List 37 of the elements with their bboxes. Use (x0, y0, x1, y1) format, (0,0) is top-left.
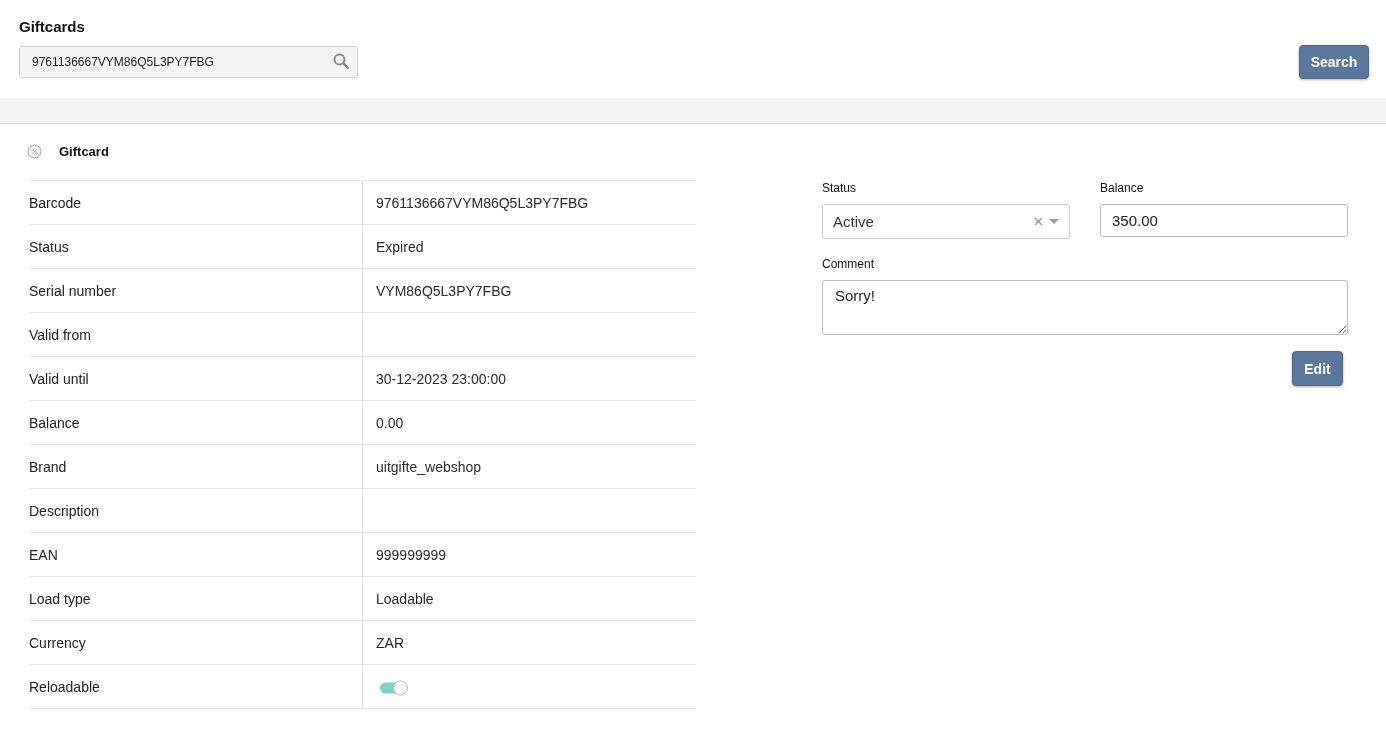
balance-field[interactable]: 350.00 (1100, 204, 1348, 237)
page-title: Giftcards (19, 18, 85, 36)
field-value: ZAR (375, 633, 405, 653)
field-label: Description (29, 489, 363, 532)
field-label: Balance (1100, 181, 1144, 196)
field-label: Barcode (29, 181, 363, 224)
field-value: Expired (375, 237, 425, 257)
field-label: Valid from (29, 313, 363, 356)
field-value: 9761136667VYM86Q5L3PY7FBG (375, 193, 590, 213)
field-value: VYM86Q5L3PY7FBG (375, 281, 513, 301)
field-label: Reloadable (29, 665, 363, 708)
field-label: Serial number (29, 269, 363, 312)
field-value: 30-12-2023 23:00:00 (375, 369, 507, 389)
caret-icon[interactable] (1049, 219, 1059, 224)
field-label: Brand (29, 445, 363, 488)
field-label: Valid until (29, 357, 363, 400)
field-label: Load type (29, 577, 363, 620)
toggle-switch[interactable] (379, 679, 409, 696)
field-label: Balance (29, 401, 363, 444)
search-icon (333, 53, 349, 69)
field-label: EAN (29, 533, 363, 576)
percent-badge-icon (27, 143, 42, 159)
edit-button[interactable]: Edit (1292, 351, 1343, 386)
field-label: Status (29, 225, 363, 268)
comment-field[interactable]: Sorry! (822, 280, 1348, 335)
clear-icon[interactable] (1034, 217, 1043, 226)
status-select[interactable]: Active (822, 204, 1070, 239)
field-value: uitgifte_webshop (375, 457, 483, 477)
section-title: Giftcard (59, 143, 109, 159)
field-label: Comment (822, 257, 874, 272)
field-value: 999999999 (375, 545, 448, 565)
field-label: Status (822, 181, 857, 196)
field-label: Currency (29, 621, 363, 664)
field-value: 0.00 (375, 413, 405, 433)
field-value: Loadable (375, 589, 435, 609)
search-button[interactable]: Search (1299, 45, 1369, 79)
search-field[interactable]: 9761136667VYM86Q5L3PY7FBG (19, 46, 358, 78)
